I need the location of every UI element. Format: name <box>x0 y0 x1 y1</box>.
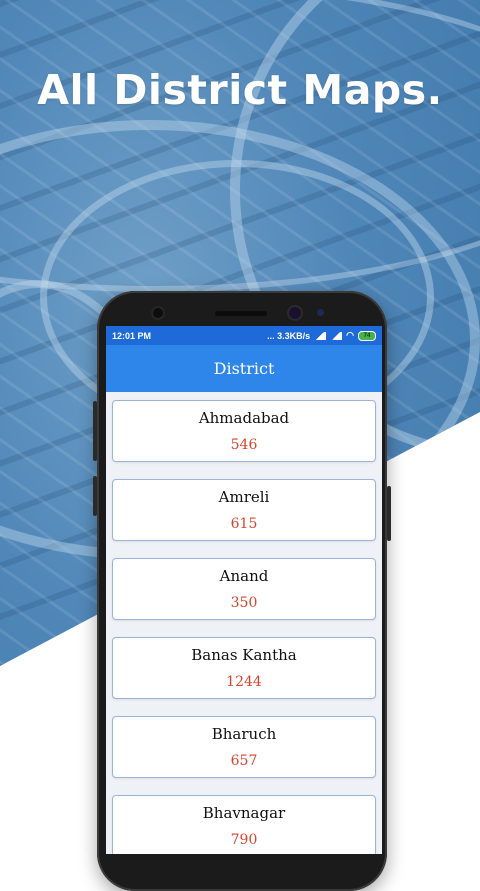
bixby-button <box>93 476 97 516</box>
promo-headline: All District Maps. <box>37 66 443 114</box>
district-count: 657 <box>230 753 258 769</box>
district-name: Ahmadabad <box>198 409 290 427</box>
district-name: Anand <box>219 567 269 585</box>
district-name: Amreli <box>218 488 270 506</box>
district-name: Bhavnagar <box>202 804 286 822</box>
phone-screen: 12:01 PM ... 3.3KB/s ◠ 74 District Ahmad… <box>106 326 382 854</box>
signal-icon <box>330 331 343 340</box>
network-speed: ... 3.3KB/s <box>267 330 311 341</box>
district-count: 615 <box>230 516 258 532</box>
iris-sensor <box>317 309 324 316</box>
district-name: Bharuch <box>211 725 277 743</box>
district-item-bharuch[interactable]: Bharuch 657 <box>112 716 376 778</box>
wifi-icon: ◠ <box>346 330 354 340</box>
front-camera <box>289 307 301 319</box>
district-count: 350 <box>230 595 258 611</box>
district-count: 790 <box>230 832 258 848</box>
status-icons: ... 3.3KB/s ◠ 74 <box>267 330 376 341</box>
app-bar: District <box>106 345 382 392</box>
proximity-sensor <box>153 308 163 318</box>
earpiece-speaker <box>215 311 267 316</box>
status-bar: 12:01 PM ... 3.3KB/s ◠ 74 <box>106 326 382 345</box>
page-title: District <box>213 359 275 378</box>
district-list: Ahmadabad 546 Amreli 615 Anand 350 Banas… <box>106 392 382 854</box>
road-decoration <box>0 0 480 292</box>
district-count: 1244 <box>226 674 262 690</box>
district-item-bhavnagar[interactable]: Bhavnagar 790 <box>112 795 376 854</box>
power-button <box>387 486 391 541</box>
signal-icon <box>314 331 327 340</box>
district-count: 546 <box>230 437 258 453</box>
district-item-ahmadabad[interactable]: Ahmadabad 546 <box>112 400 376 462</box>
district-item-amreli[interactable]: Amreli 615 <box>112 479 376 541</box>
district-name: Banas Kantha <box>191 646 297 664</box>
district-item-banas-kantha[interactable]: Banas Kantha 1244 <box>112 637 376 699</box>
battery-icon: 74 <box>358 330 376 341</box>
status-time: 12:01 PM <box>112 330 152 341</box>
district-item-anand[interactable]: Anand 350 <box>112 558 376 620</box>
volume-button <box>93 401 97 461</box>
